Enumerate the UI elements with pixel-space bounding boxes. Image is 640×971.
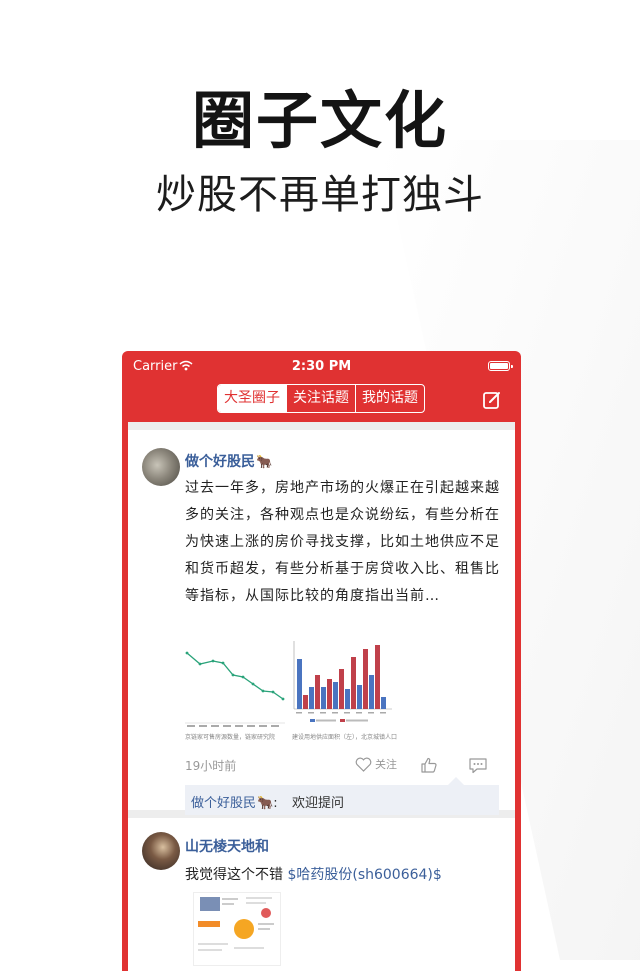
follow-label: 关注 [375, 758, 397, 771]
post-body[interactable]: 过去一年多，房地产市场的火爆正在引起越来越多的关注，各种观点也是众说纷纭，有些分… [185, 475, 503, 610]
stock-tag-link[interactable]: $哈药股份(sh600664)$ [287, 867, 441, 883]
tab-followed-topics[interactable]: 关注话题 [286, 385, 355, 412]
thumbs-up-icon[interactable] [420, 756, 438, 778]
heart-icon [355, 757, 372, 772]
phone-screen: Carrier 2:30 PM 大圣圈子 关注话题 我的话题 做个好股民🐂 过去… [122, 351, 521, 971]
status-time: 2:30 PM [291, 359, 352, 374]
post-author[interactable]: 做个好股民🐂 [185, 451, 272, 471]
avatar[interactable] [142, 448, 180, 486]
hero-subtitle: 炒股不再单打独斗 [156, 172, 484, 218]
reply-author[interactable]: 做个好股民🐂: [191, 792, 278, 811]
reply-pointer [448, 777, 464, 785]
reply-text: 欢迎提问 [292, 796, 345, 811]
comment-icon[interactable] [468, 757, 488, 778]
post-image-thumbnail[interactable] [193, 892, 281, 966]
battery-icon [488, 361, 513, 371]
feed-list: 做个好股民🐂 过去一年多，房地产市场的火爆正在引起越来越多的关注，各种观点也是众… [128, 422, 515, 971]
post-image-line-chart[interactable] [185, 639, 285, 729]
chart-caption: 京链家可售房源数量，链家研究院 [185, 734, 276, 741]
tab-dasheng-circle[interactable]: 大圣圈子 [218, 385, 286, 412]
post-body[interactable]: 我觉得这个不错 $哈药股份(sh600664)$ [185, 864, 442, 884]
post-image-bar-chart[interactable] [288, 639, 396, 729]
post-author[interactable]: 山无棱天地和 [185, 836, 269, 856]
avatar[interactable] [142, 832, 180, 870]
status-bar: Carrier 2:30 PM [122, 351, 521, 381]
feed-post[interactable]: 山无棱天地和 我觉得这个不错 $哈药股份(sh600664)$ [128, 818, 515, 971]
bull-badge-icon: 🐂 [257, 796, 274, 811]
tab-segment: 大圣圈子 关注话题 我的话题 [217, 384, 425, 413]
bull-badge-icon: 🐂 [256, 455, 273, 470]
hero-title: 圈子文化 [191, 84, 448, 157]
reply-box[interactable]: 做个好股民🐂: 欢迎提问 [185, 785, 499, 815]
compose-icon[interactable] [482, 390, 502, 414]
feed-post[interactable]: 做个好股民🐂 过去一年多，房地产市场的火爆正在引起越来越多的关注，各种观点也是众… [128, 430, 515, 815]
tab-my-topics[interactable]: 我的话题 [355, 385, 424, 412]
follow-button[interactable]: 关注 [355, 756, 397, 772]
post-time: 19小时前 [185, 759, 237, 773]
chart-caption: 建设用地供应面积（左），北京城镇人口 [292, 734, 398, 741]
